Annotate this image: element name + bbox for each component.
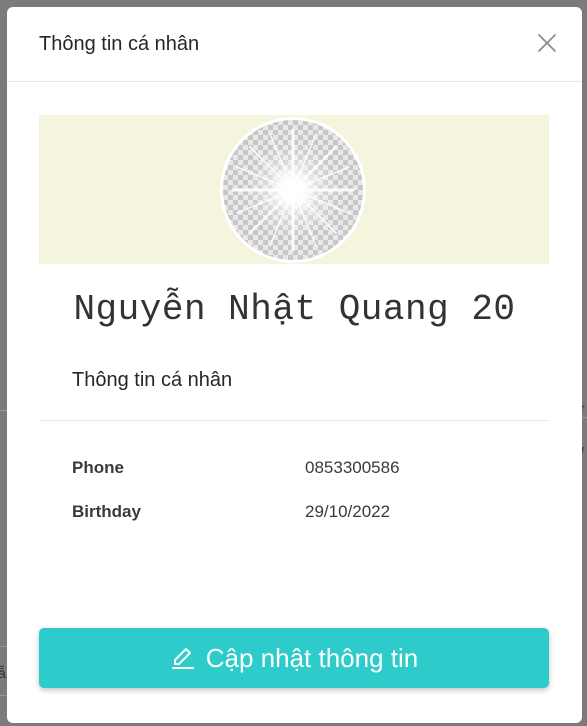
update-profile-button[interactable]: Cập nhật thông tin [39,628,549,688]
info-value: 29/10/2022 [305,502,391,521]
profile-modal: Thông tin cá nhân Nguyễn Nhật Quang 20 T… [7,7,582,723]
avatar [220,117,366,263]
info-row-birthday: Birthday 29/10/2022 [72,502,542,526]
update-profile-label: Cập nhật thông tin [205,642,419,673]
close-icon[interactable] [536,32,558,54]
backdrop-divider-left-3 [0,695,7,696]
backdrop-divider-left [0,410,7,411]
section-title: Thông tin cá nhân [72,369,233,391]
info-label: Phone [72,458,124,477]
profile-name: Nguyễn Nhật Quang 20 [73,289,516,330]
avatar-sunburst-icon [231,128,355,252]
modal-title: Thông tin cá nhân [39,33,200,55]
edit-pencil-icon [170,645,196,671]
section-divider [39,420,549,421]
backdrop-divider-right [582,417,587,418]
backdrop-divider-left-2 [0,646,7,647]
info-row-phone: Phone 0853300586 [72,458,542,482]
info-label: Birthday [72,502,141,521]
backdrop-text-fragment: ẫ [0,665,6,681]
info-value: 0853300586 [305,458,400,477]
modal-header: Thông tin cá nhân [7,7,582,82]
